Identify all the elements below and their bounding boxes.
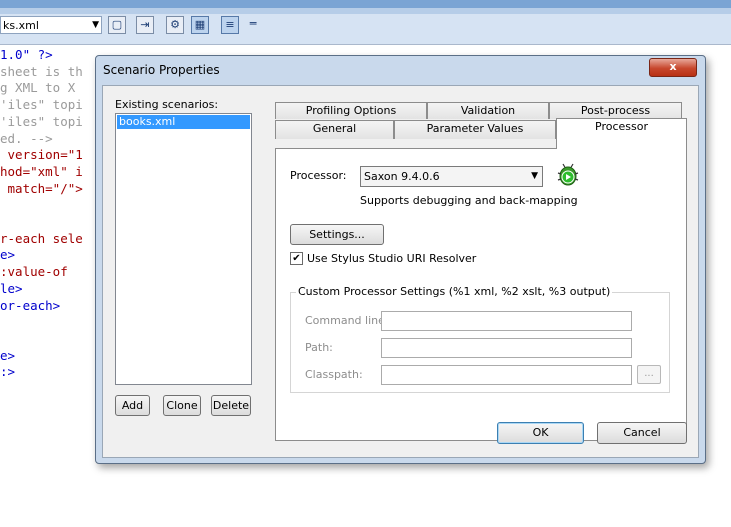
processor-label: Processor:: [290, 169, 347, 182]
tab-validation[interactable]: Validation: [427, 102, 549, 119]
classpath-label: Classpath:: [305, 368, 363, 381]
code-line: sheet is th: [0, 63, 83, 79]
app-toolbar: ks.xml ▼ ▢ ⇥ ⚙ ▦ ≡ ═: [0, 0, 731, 45]
close-button[interactable]: x: [649, 58, 697, 77]
code-line: 1.0" ?>: [0, 47, 53, 62]
preview-icon[interactable]: ▢: [108, 16, 126, 34]
code-line: :value-of: [0, 264, 76, 280]
existing-scenarios-label: Existing scenarios:: [115, 98, 219, 111]
code-line: g XML to X: [0, 80, 76, 96]
command-line-field[interactable]: [381, 311, 632, 331]
debug-icon[interactable]: ⚙: [166, 16, 184, 34]
tab-general[interactable]: General: [275, 120, 394, 139]
code-line: e>: [0, 247, 16, 263]
classpath-field[interactable]: [381, 365, 632, 385]
add-button[interactable]: Add: [115, 395, 150, 416]
settings-button[interactable]: Settings...: [290, 224, 384, 245]
uri-resolver-checkbox[interactable]: ✔: [290, 252, 303, 265]
title-strip: [0, 0, 731, 8]
code-line: r-each sele: [0, 230, 83, 246]
code-line: 'iles" topi: [0, 113, 83, 129]
dialog-body: Existing scenarios: books.xml Add Clone …: [102, 85, 699, 458]
custom-processor-group-title: Custom Processor Settings (%1 xml, %2 xs…: [296, 285, 613, 298]
processor-tab-panel: Processor: Saxon 9.4.0.6 ▼ Supports debu…: [275, 148, 687, 441]
processor-support-text: Supports debugging and back-mapping: [360, 194, 578, 207]
code-line: :>: [0, 364, 16, 380]
scenario-properties-dialog: Scenario Properties x Existing scenarios…: [95, 55, 706, 464]
code-line: match="/">: [0, 180, 83, 196]
chevron-down-icon: ▼: [531, 171, 538, 181]
code-line: or-each>: [0, 297, 61, 313]
tab-parameter-values[interactable]: Parameter Values: [394, 120, 556, 139]
indent-icon[interactable]: ≡: [221, 16, 239, 34]
code-line: le>: [0, 280, 23, 296]
cancel-button[interactable]: Cancel: [597, 422, 687, 444]
path-field[interactable]: [381, 338, 632, 358]
list-item[interactable]: books.xml: [117, 115, 250, 129]
delete-button[interactable]: Delete: [211, 395, 251, 416]
code-line: ed. -->: [0, 130, 53, 146]
code-line: e>: [0, 347, 16, 363]
code-line: hod="xml" i: [0, 163, 83, 179]
tab-processor[interactable]: Processor: [556, 118, 687, 149]
ok-button[interactable]: OK: [497, 422, 584, 444]
clone-button[interactable]: Clone: [163, 395, 201, 416]
apply-icon[interactable]: ⇥: [136, 16, 154, 34]
code-line: 'iles" topi: [0, 97, 83, 113]
mapper-icon[interactable]: ▦: [191, 16, 209, 34]
tab-post-process[interactable]: Post-process: [549, 102, 682, 119]
dialog-title: Scenario Properties: [103, 63, 220, 77]
command-line-label: Command line:: [305, 314, 389, 327]
scenario-list[interactable]: books.xml: [115, 113, 252, 385]
tab-profiling-options[interactable]: Profiling Options: [275, 102, 427, 119]
bug-icon: [557, 163, 579, 186]
code-line: version="1: [0, 147, 83, 163]
chevron-down-icon: ▼: [92, 20, 99, 30]
menu-strip: [0, 8, 731, 14]
file-select[interactable]: ks.xml ▼: [0, 16, 102, 34]
uri-resolver-label: Use Stylus Studio URI Resolver: [307, 252, 477, 265]
path-label: Path:: [305, 341, 333, 354]
file-select-value: ks.xml: [3, 19, 39, 32]
outdent-icon[interactable]: ═: [244, 16, 262, 34]
processor-select[interactable]: Saxon 9.4.0.6 ▼: [360, 166, 543, 187]
browse-button[interactable]: ...: [637, 365, 661, 384]
processor-select-value: Saxon 9.4.0.6: [364, 170, 440, 183]
